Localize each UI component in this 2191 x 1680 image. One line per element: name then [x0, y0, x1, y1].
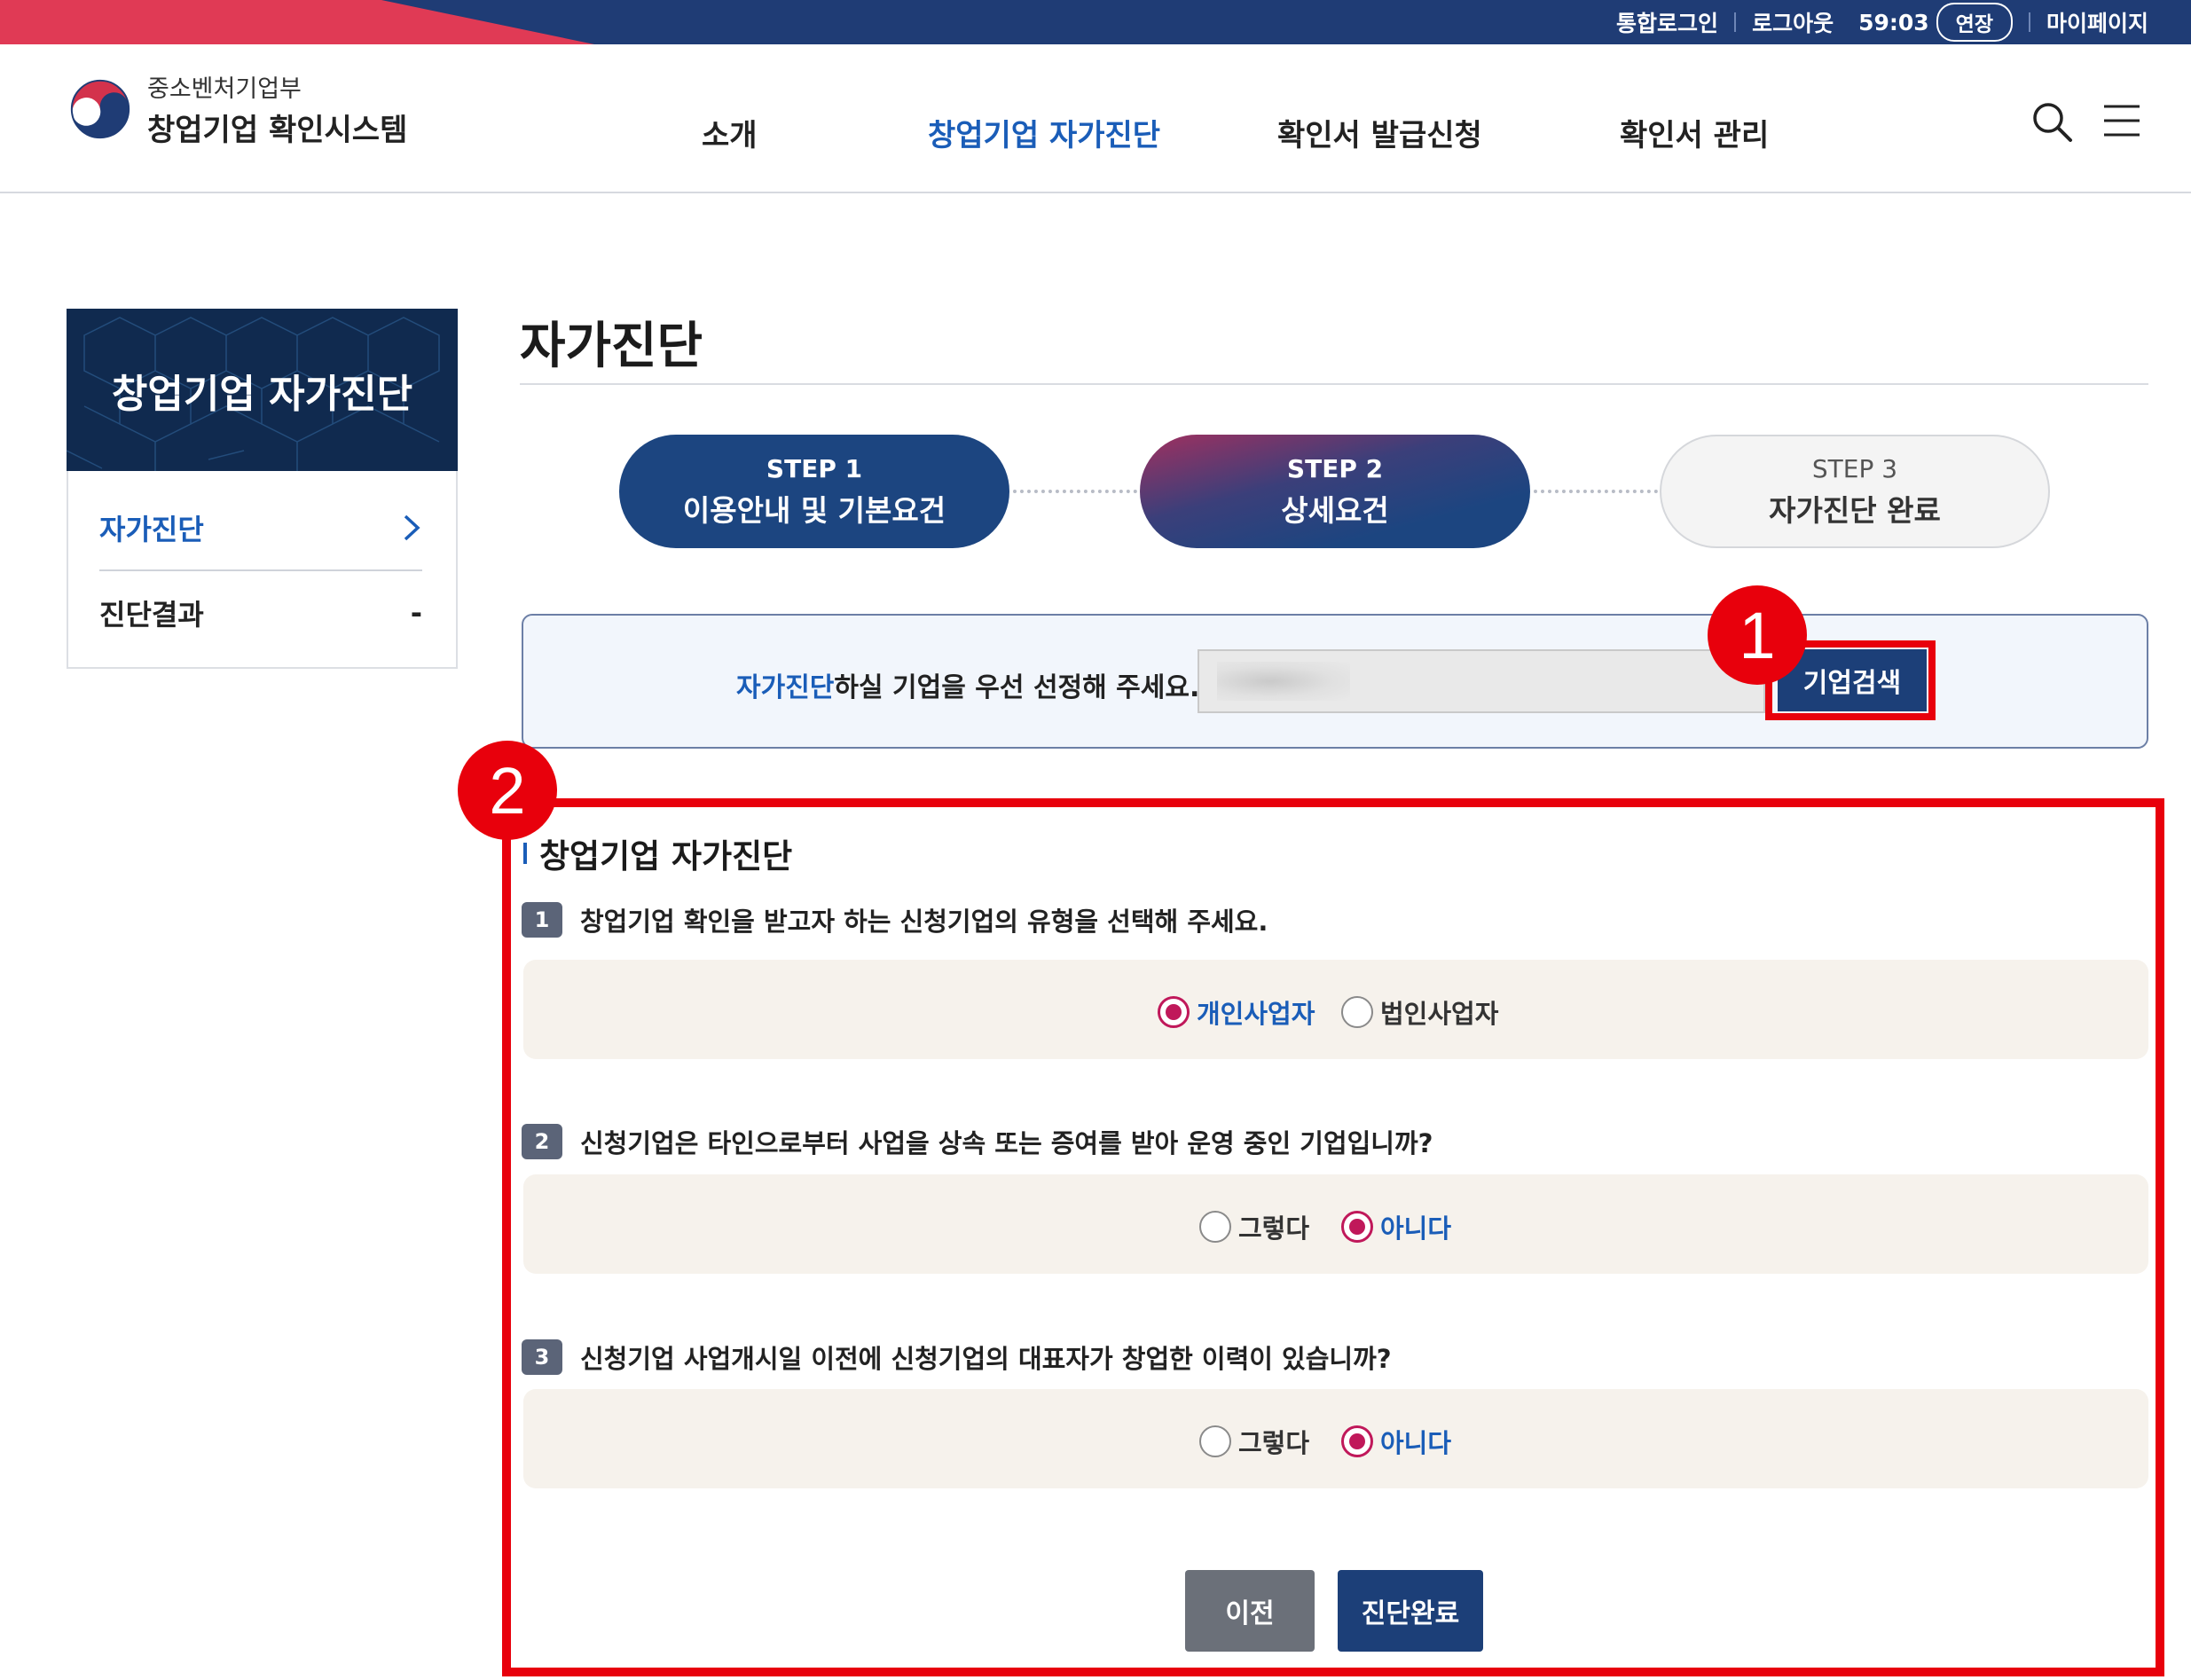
company-select-instruction: 자가진단하실 기업을 우선 선정해 주세요. [736, 665, 1199, 704]
sidebar-item-label: 자가진단 [99, 513, 204, 546]
site-logo[interactable]: 중소벤처기업부 창업기업 확인시스템 [66, 69, 407, 149]
radio-unselected-icon[interactable] [1199, 1211, 1231, 1243]
radio-unselected-icon[interactable] [1199, 1425, 1231, 1457]
nav-certificate-apply[interactable]: 확인서 발급신청 [1277, 111, 1482, 154]
search-icon[interactable] [2030, 99, 2076, 145]
step-number: STEP 1 [766, 453, 863, 483]
nav-certificate-manage[interactable]: 확인서 관리 [1620, 111, 1769, 154]
annotation-badge-2: 2 [458, 741, 557, 840]
step-name: 이용안내 및 기본요건 [682, 492, 946, 528]
top-utility-bar: 통합로그인 로그아웃 59:03 연장 마이페이지 [0, 0, 2191, 44]
step-3: STEP 3 자가진단 완료 [1660, 435, 2050, 548]
step-connector [1534, 490, 1658, 493]
nav-self-diagnosis[interactable]: 창업기업 자가진단 [928, 111, 1160, 154]
complete-diagnosis-button[interactable]: 진단완료 [1338, 1570, 1483, 1652]
radio-unselected-icon[interactable] [1341, 996, 1373, 1028]
radio-option-yes[interactable]: 그렇다 [1199, 1423, 1309, 1460]
question-1: 1 창업기업 확인을 받고자 하는 신청기업의 유형을 선택해 주세요. [522, 901, 1268, 938]
company-name-field[interactable] [1198, 649, 1765, 713]
question-text: 신청기업은 타인으로부터 사업을 상속 또는 증여를 받아 운영 중인 기업입니… [580, 1128, 1433, 1158]
question-2-answer-panel [523, 1174, 2148, 1274]
question-text: 창업기업 확인을 받고자 하는 신청기업의 유형을 선택해 주세요. [580, 907, 1268, 937]
sidebar-item-label: 진단결과 [99, 598, 204, 632]
step-number: STEP 2 [1286, 453, 1384, 483]
radio-label: 법인사업자 [1380, 999, 1499, 1029]
instruction-text: 하실 기업을 우선 선정해 주세요. [834, 672, 1200, 703]
instruction-highlight: 자가진단 [736, 672, 835, 703]
question-number-badge: 2 [522, 1124, 562, 1159]
question-2: 2 신청기업은 타인으로부터 사업을 상속 또는 증여를 받아 운영 중인 기업… [522, 1123, 1433, 1160]
utility-divider [1734, 12, 1737, 32]
step-1: STEP 1 이용안내 및 기본요건 [619, 435, 1009, 548]
logout-link[interactable]: 로그아웃 [1752, 6, 1834, 38]
nav-intro[interactable]: 소개 [702, 111, 758, 154]
question-3-answer-panel [523, 1389, 2148, 1488]
question-number-badge: 1 [522, 902, 562, 938]
mypage-link[interactable]: 마이페이지 [2046, 6, 2148, 38]
sidebar-item-collapsed-mark: - [410, 596, 422, 630]
utility-divider [2028, 12, 2030, 32]
step-connector [1013, 490, 1137, 493]
sidebar-item-diagnosis-result[interactable]: 진단결과 - [99, 593, 422, 633]
session-timer: 59:03 [1858, 9, 1929, 35]
system-name: 창업기업 확인시스템 [147, 113, 408, 148]
radio-selected-icon[interactable] [1341, 1425, 1373, 1457]
radio-selected-icon[interactable] [1158, 996, 1190, 1028]
utility-menu: 통합로그인 로그아웃 59:03 연장 마이페이지 [1616, 0, 2148, 44]
radio-label: 그렇다 [1238, 1428, 1310, 1458]
title-divider [520, 383, 2148, 385]
question-3: 3 신청기업 사업개시일 이전에 신청기업의 대표자가 창업한 이력이 있습니까… [522, 1339, 1392, 1376]
radio-label: 아니다 [1380, 1428, 1452, 1458]
step-name: 상세요건 [1281, 492, 1389, 528]
annotation-badge-1: 1 [1708, 585, 1807, 685]
radio-label: 그렇다 [1238, 1213, 1310, 1244]
site-header: 중소벤처기업부 창업기업 확인시스템 소개 창업기업 자가진단 확인서 발급신청… [0, 44, 2191, 193]
step-number: STEP 3 [1811, 453, 1898, 483]
sidebar-item-self-diagnosis[interactable]: 자가진단 [99, 507, 422, 548]
integrated-login-link[interactable]: 통합로그인 [1616, 6, 1718, 38]
previous-button[interactable]: 이전 [1185, 1570, 1315, 1652]
step-name: 자가진단 완료 [1769, 492, 1941, 528]
radio-option-yes[interactable]: 그렇다 [1199, 1208, 1309, 1245]
radio-option-individual[interactable]: 개인사업자 [1158, 993, 1315, 1031]
question-text: 신청기업 사업개시일 이전에 신청기업의 대표자가 창업한 이력이 있습니까? [580, 1344, 1392, 1374]
sidebar-divider [99, 569, 422, 571]
radio-selected-icon[interactable] [1341, 1211, 1373, 1243]
radio-label: 아니다 [1380, 1213, 1452, 1244]
question-number-badge: 3 [522, 1339, 562, 1375]
redacted-company-name [1217, 662, 1350, 701]
menu-icon[interactable] [2101, 99, 2143, 142]
section-title: 창업기업 자가진단 [523, 829, 792, 877]
ministry-name: 중소벤처기업부 [147, 75, 302, 103]
sidebar-header: 창업기업 자가진단 [67, 309, 458, 471]
sidebar-title: 창업기업 자가진단 [111, 371, 413, 417]
radio-label: 개인사업자 [1197, 999, 1315, 1029]
radio-option-no[interactable]: 아니다 [1341, 1208, 1451, 1245]
radio-option-no[interactable]: 아니다 [1341, 1423, 1451, 1460]
chevron-right-icon [404, 514, 420, 541]
taegeuk-emblem-icon [67, 75, 134, 143]
step-2-current: STEP 2 상세요건 [1140, 435, 1530, 548]
section-title-text: 창업기업 자가진단 [539, 837, 793, 875]
radio-option-corporate[interactable]: 법인사업자 [1341, 993, 1498, 1031]
section-title-bar [523, 843, 527, 864]
session-extend-button[interactable]: 연장 [1936, 3, 2013, 42]
page-title: 자가진단 [520, 318, 703, 375]
question-1-answer-panel [523, 960, 2148, 1059]
topbar-accent-stripe [0, 0, 594, 44]
